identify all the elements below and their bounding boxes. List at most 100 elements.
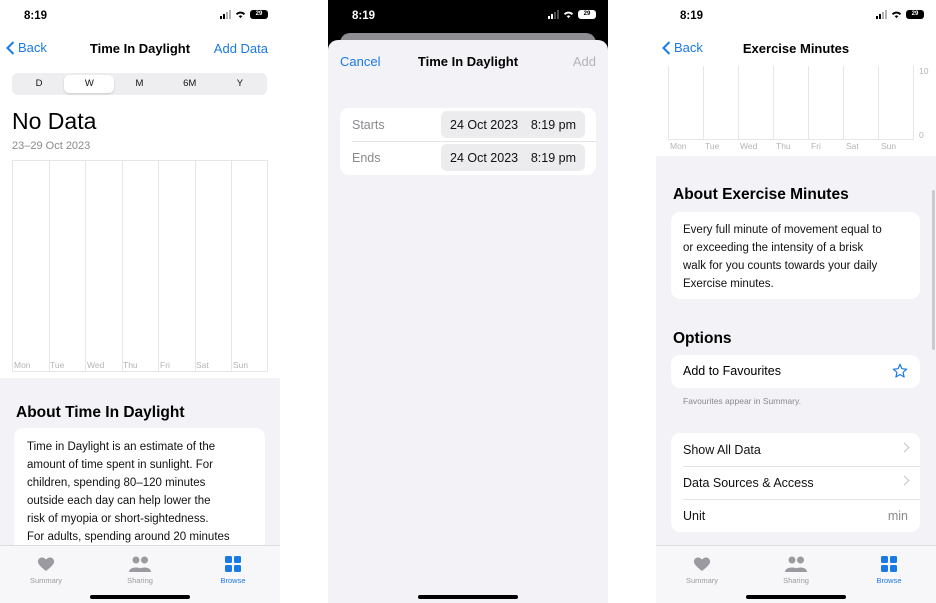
phone-time-in-daylight: 8:19 29 Back Time In Daylight Add Data D…	[0, 0, 280, 603]
segment-y[interactable]: Y	[215, 75, 265, 93]
scrollbar[interactable]	[932, 190, 935, 350]
battery-icon: 29	[250, 10, 268, 19]
day-label: Wed	[87, 360, 105, 370]
heart-icon	[37, 557, 55, 571]
grid-icon	[225, 556, 241, 572]
about-line: Time in Daylight is an estimate of the	[27, 441, 216, 453]
about-line: For adults, spending around 20 minutes	[27, 531, 230, 543]
segment-6m[interactable]: 6M	[165, 75, 215, 93]
show-all-data-row[interactable]: Show All Data	[671, 433, 920, 466]
day-label: Sat	[846, 141, 859, 151]
date-range: 23–29 Oct 2023	[12, 140, 91, 152]
chevron-right-icon	[899, 442, 910, 453]
ends-label: Ends	[352, 151, 381, 165]
tab-browse[interactable]: Browse	[203, 554, 263, 585]
status-bar: 8:19 29	[656, 0, 936, 32]
about-line: children, spending 80–120 minutes	[27, 477, 206, 489]
about-line: Every full minute of movement equal to	[683, 224, 882, 236]
segment-d[interactable]: D	[14, 75, 64, 93]
y-tick: 10	[919, 66, 929, 76]
status-time: 8:19	[24, 10, 48, 22]
tab-label: Summary	[685, 576, 719, 585]
about-card: Time in Daylight is an estimate of the a…	[14, 428, 265, 558]
day-label: Sun	[881, 141, 897, 151]
starts-time: 8:19 pm	[530, 118, 576, 132]
sheet-title: Time In Daylight	[417, 54, 519, 69]
day-label: Mon	[14, 360, 31, 370]
unit-label: Unit	[683, 509, 706, 523]
unit-row[interactable]: Unit min	[671, 499, 920, 532]
phone-add-data-sheet: 8:19 29 Cancel Time In Daylight Add Star…	[328, 0, 608, 603]
tab-label: Sharing	[127, 576, 153, 585]
tab-label: Summary	[29, 576, 63, 585]
exercise-chart[interactable]: 10 0	[668, 66, 928, 140]
ends-row: Ends 24 Oct 2023 8:19 pm	[340, 142, 596, 175]
segment-w[interactable]: W	[64, 75, 115, 93]
tab-summary[interactable]: Summary	[672, 554, 732, 585]
about-line: risk of myopia or short-sightedness.	[27, 513, 209, 525]
day-label: Fri	[811, 141, 821, 151]
status-bar: 8:19 29	[328, 0, 608, 32]
nav-bar: Back Time In Daylight Add Data	[0, 36, 280, 64]
star-icon[interactable]	[892, 363, 908, 379]
segment-m[interactable]: M	[114, 75, 164, 93]
tab-bar: Summary Sharing Browse	[0, 545, 280, 603]
phone-exercise-minutes: 8:19 29 Back Exercise Minutes 10 0 Mon T…	[656, 0, 936, 603]
battery-icon: 29	[906, 10, 924, 19]
day-label: Thu	[123, 360, 138, 370]
day-label: Tue	[705, 141, 720, 151]
page-title: Exercise Minutes	[742, 41, 850, 56]
wifi-icon	[891, 11, 902, 19]
add-button[interactable]: Add	[573, 54, 596, 69]
wifi-icon	[563, 11, 574, 19]
data-options-card: Show All Data Data Sources & Access Unit…	[671, 433, 920, 532]
tab-summary[interactable]: Summary	[16, 554, 76, 585]
home-indicator	[746, 595, 846, 599]
home-indicator	[418, 595, 518, 599]
day-label: Sun	[233, 360, 249, 370]
people-icon	[785, 556, 807, 572]
about-line: or exceeding the intensity of a brisk	[683, 242, 864, 254]
day-label: Sat	[196, 360, 209, 370]
chevron-right-icon	[899, 475, 910, 486]
data-sources-label: Data Sources & Access	[683, 476, 814, 490]
tab-sharing[interactable]: Sharing	[110, 554, 170, 585]
tab-label: Sharing	[783, 576, 809, 585]
tab-label: Browse	[220, 576, 246, 585]
tab-browse[interactable]: Browse	[859, 554, 919, 585]
starts-label: Starts	[352, 118, 385, 132]
day-label: Tue	[50, 360, 65, 370]
show-all-data-label: Show All Data	[683, 443, 761, 457]
about-title: About Exercise Minutes	[673, 186, 849, 203]
favourites-note: Favourites appear in Summary.	[683, 396, 801, 406]
battery-icon: 29	[578, 10, 596, 19]
add-data-sheet: Cancel Time In Daylight Add Starts 24 Oc…	[328, 40, 608, 603]
about-line: Exercise minutes.	[683, 278, 774, 290]
heart-icon	[693, 557, 711, 571]
options-title: Options	[673, 330, 732, 347]
weekly-chart[interactable]: Mon Tue Wed Thu Fri Sat Sun	[12, 160, 268, 372]
starts-row: Starts 24 Oct 2023 8:19 pm	[340, 108, 596, 141]
favourites-row[interactable]: Add to Favourites	[671, 355, 920, 388]
tab-sharing[interactable]: Sharing	[766, 554, 826, 585]
about-card: Every full minute of movement equal to o…	[671, 212, 920, 299]
ends-time: 8:19 pm	[530, 151, 576, 165]
summary-value: No Data	[12, 108, 97, 134]
day-label: Mon	[670, 141, 687, 151]
unit-value: min	[887, 509, 908, 523]
day-label: Thu	[776, 141, 791, 151]
date-card: Starts 24 Oct 2023 8:19 pm Ends 24 Oct 2…	[340, 108, 596, 175]
nav-bar: Back Exercise Minutes	[656, 36, 936, 64]
add-data-button[interactable]: Add Data	[214, 41, 268, 56]
signal-icon	[220, 10, 231, 19]
ends-picker[interactable]: 24 Oct 2023 8:19 pm	[441, 144, 585, 171]
about-line: walk for you counts towards your daily	[683, 260, 878, 272]
favourites-label: Add to Favourites	[683, 364, 781, 378]
status-time: 8:19	[352, 10, 376, 22]
starts-picker[interactable]: 24 Oct 2023 8:19 pm	[441, 111, 585, 138]
starts-date: 24 Oct 2023	[450, 118, 519, 132]
data-sources-row[interactable]: Data Sources & Access	[671, 466, 920, 499]
people-icon	[129, 556, 151, 572]
day-label: Fri	[160, 360, 170, 370]
status-bar: 8:19 29	[0, 0, 280, 32]
